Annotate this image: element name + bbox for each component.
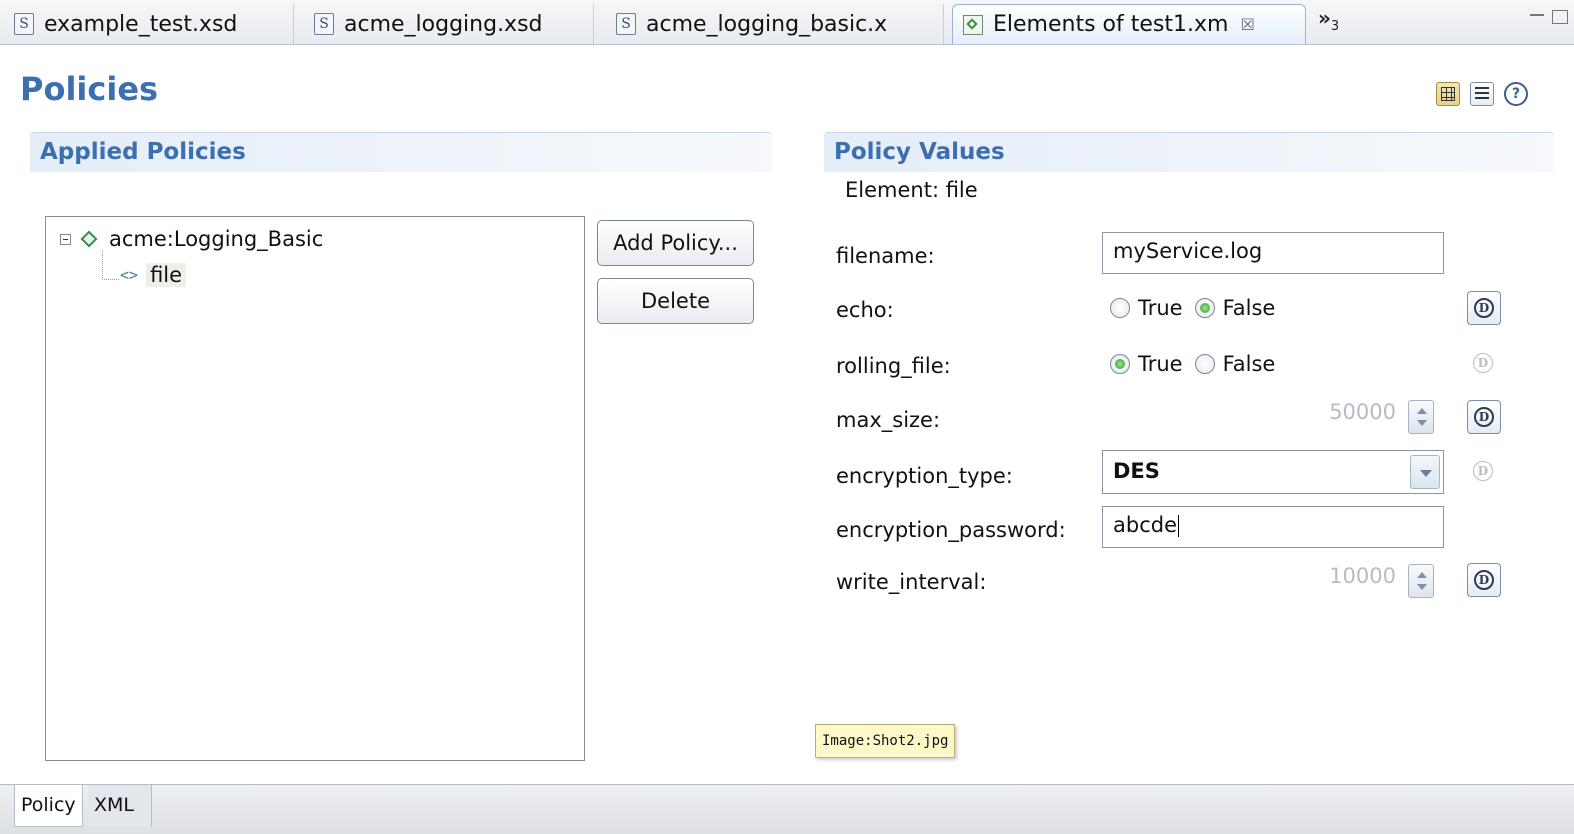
restore-default-icon: D: [1473, 461, 1493, 481]
restore-default-icon: D: [1473, 353, 1493, 373]
encryption-type-select[interactable]: DES: [1102, 450, 1444, 494]
radio-label: False: [1222, 352, 1276, 376]
encryption-password-label: encryption_password:: [836, 518, 1066, 542]
max-size-label: max_size:: [836, 408, 941, 432]
max-size-spinner[interactable]: [1408, 400, 1434, 434]
minimize-icon[interactable]: [1530, 14, 1544, 16]
encryption-type-default-button: D: [1467, 455, 1501, 489]
chevron-double-right-icon: »: [1318, 6, 1331, 30]
tree-node-file[interactable]: <> file: [120, 263, 187, 287]
schema-file-icon: S: [14, 13, 34, 35]
write-interval-default-button[interactable]: D: [1467, 563, 1501, 597]
help-icon[interactable]: ?: [1504, 82, 1528, 106]
vertical-layout-button[interactable]: [1470, 82, 1494, 106]
echo-default-button[interactable]: D: [1467, 291, 1501, 325]
horizontal-layout-button[interactable]: [1436, 82, 1460, 106]
window-controls: [1530, 10, 1568, 24]
radio-label: True: [1138, 352, 1183, 376]
tree-node-label: acme:Logging_Basic: [109, 227, 324, 251]
radio-label: True: [1138, 296, 1183, 320]
encryption-password-field[interactable]: abcde: [1102, 506, 1444, 548]
encryption-type-value: DES: [1113, 459, 1160, 483]
encryption-type-label: encryption_type:: [836, 464, 1013, 488]
maximize-icon[interactable]: [1552, 10, 1568, 24]
xml-element-icon: <>: [120, 266, 139, 284]
rolling-file-label: rolling_file:: [836, 354, 951, 378]
encryption-password-value: abcde: [1113, 513, 1177, 537]
tree-connector: [102, 251, 119, 280]
applied-policies-header: Applied Policies: [30, 132, 772, 172]
collapse-toggle-icon[interactable]: [60, 233, 71, 245]
restore-default-icon: D: [1474, 407, 1494, 427]
policy-editor-window: S example_test.xsd S acme_logging.xsd S …: [0, 0, 1574, 834]
filename-label: filename:: [836, 244, 935, 268]
rolling-file-radio-group: True False: [1110, 352, 1287, 376]
applied-policies-tree[interactable]: acme:Logging_Basic <> file: [45, 216, 585, 761]
write-interval-spinner[interactable]: [1408, 564, 1434, 598]
editor-tab-strip: S example_test.xsd S acme_logging.xsd S …: [0, 0, 1574, 45]
echo-radio-group: True False: [1110, 296, 1287, 320]
tab-label: example_test.xsd: [44, 11, 238, 37]
rolling-file-false-radio[interactable]: [1194, 354, 1215, 374]
filename-field[interactable]: myService.log: [1102, 232, 1444, 274]
tab-xml[interactable]: XML: [88, 785, 152, 827]
tab-label: Elements of test1.xm: [993, 12, 1229, 37]
echo-false-radio[interactable]: [1194, 298, 1215, 318]
tab-acme-logging[interactable]: S acme_logging.xsd: [304, 4, 594, 44]
form-toolbar: ?: [1436, 82, 1528, 106]
tab-label: acme_logging_basic.x: [646, 11, 888, 37]
element-caption: Element: file: [845, 178, 978, 202]
page-title: Policies: [20, 70, 159, 108]
overflow-count: 3: [1330, 19, 1340, 34]
max-size-value[interactable]: 50000: [1306, 400, 1396, 424]
radio-label: False: [1222, 296, 1276, 320]
write-interval-label: write_interval:: [836, 570, 987, 594]
schema-file-icon: S: [314, 13, 334, 35]
rolling-file-default-button: D: [1467, 347, 1501, 381]
max-size-default-button[interactable]: D: [1467, 400, 1501, 434]
restore-default-icon: D: [1474, 298, 1494, 318]
add-policy-button[interactable]: Add Policy...: [597, 220, 754, 266]
tab-policy[interactable]: Policy: [14, 785, 83, 827]
tab-elements-of-test1[interactable]: Elements of test1.xm ☒: [952, 4, 1306, 44]
echo-label: echo:: [836, 298, 894, 322]
tab-example-test[interactable]: S example_test.xsd: [4, 4, 294, 44]
image-tooltip: Image:Shot2.jpg: [815, 724, 956, 758]
tree-node-label: file: [146, 263, 187, 287]
rows-layout-icon: [1475, 87, 1489, 101]
text-caret: [1178, 515, 1179, 537]
schema-file-icon: S: [616, 13, 636, 35]
close-tab-icon[interactable]: ☒: [1240, 15, 1254, 34]
tab-acme-logging-basic[interactable]: S acme_logging_basic.x: [606, 4, 944, 44]
policy-icon: [80, 230, 98, 248]
tree-node-logging-basic[interactable]: acme:Logging_Basic: [60, 227, 323, 251]
tab-label: acme_logging.xsd: [344, 11, 543, 37]
write-interval-value[interactable]: 10000: [1306, 564, 1396, 588]
chevron-down-icon[interactable]: [1410, 455, 1440, 489]
rolling-file-true-radio[interactable]: [1110, 354, 1130, 374]
editor-page-tabs: Policy XML: [0, 784, 1574, 834]
columns-layout-icon: [1441, 87, 1455, 101]
restore-default-icon: D: [1474, 570, 1494, 590]
tab-overflow-button[interactable]: »3: [1318, 6, 1339, 34]
echo-true-radio[interactable]: [1110, 298, 1130, 318]
policy-values-header: Policy Values: [824, 132, 1554, 172]
elements-editor-icon: [963, 14, 983, 35]
delete-button[interactable]: Delete: [597, 278, 754, 324]
